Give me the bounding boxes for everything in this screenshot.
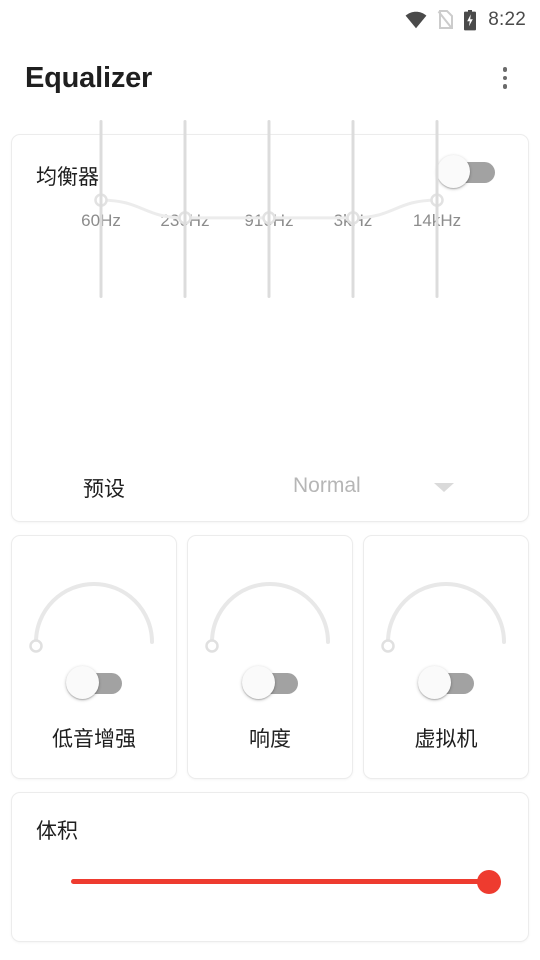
equalizer-band-area[interactable] <box>0 110 518 300</box>
equalizer-app-screen: 8:22 Equalizer 均衡器 60Hz230Hz910Hz3kHz14k… <box>0 0 540 960</box>
equalizer-band-track-2[interactable] <box>267 120 271 298</box>
effect-label: 低音增强 <box>52 728 136 751</box>
status-bar: 8:22 <box>0 0 540 40</box>
toggle-knob <box>418 666 451 699</box>
volume-card: 体积 <box>11 792 529 942</box>
battery-charging-icon <box>464 9 477 30</box>
app-bar: Equalizer <box>0 44 540 112</box>
chevron-down-icon[interactable] <box>434 483 454 492</box>
overflow-dot <box>502 84 508 89</box>
status-bar-clock: 8:22 <box>488 9 526 30</box>
volume-slider-thumb[interactable] <box>477 870 501 894</box>
effect-card-bass-boost[interactable]: 低音增强 <box>11 535 177 779</box>
preset-label: 预设 <box>83 478 125 501</box>
knob-dial-virtualizer[interactable] <box>374 558 518 654</box>
overflow-dot <box>502 67 508 72</box>
knob-dial-loudness[interactable] <box>198 558 342 654</box>
effect-toggle-bass-boost[interactable] <box>66 666 122 700</box>
equalizer-band-track-4[interactable] <box>435 120 439 298</box>
equalizer-band-track-0[interactable] <box>99 120 103 298</box>
overflow-dot <box>502 75 508 81</box>
equalizer-response-curve <box>94 193 444 225</box>
effect-toggle-virtualizer[interactable] <box>418 666 474 700</box>
knob-dial-bass-boost[interactable] <box>22 558 166 654</box>
toggle-knob <box>66 666 99 699</box>
volume-label: 体积 <box>36 820 78 843</box>
effect-card-loudness[interactable]: 响度 <box>187 535 353 779</box>
volume-slider-fill <box>71 879 489 884</box>
no-sim-icon <box>437 10 454 30</box>
equalizer-band-track-1[interactable] <box>183 120 187 298</box>
preset-dropdown-value[interactable]: Normal <box>293 474 361 498</box>
toggle-knob <box>242 666 275 699</box>
wifi-icon <box>405 11 427 29</box>
effect-card-virtualizer[interactable]: 虚拟机 <box>363 535 529 779</box>
page-title: Equalizer <box>25 61 153 94</box>
effect-label: 响度 <box>249 728 291 751</box>
volume-slider[interactable] <box>60 868 501 896</box>
overflow-menu-icon[interactable] <box>488 56 522 100</box>
equalizer-band-track-3[interactable] <box>351 120 355 298</box>
effect-label: 虚拟机 <box>414 728 478 751</box>
effect-toggle-loudness[interactable] <box>242 666 298 700</box>
